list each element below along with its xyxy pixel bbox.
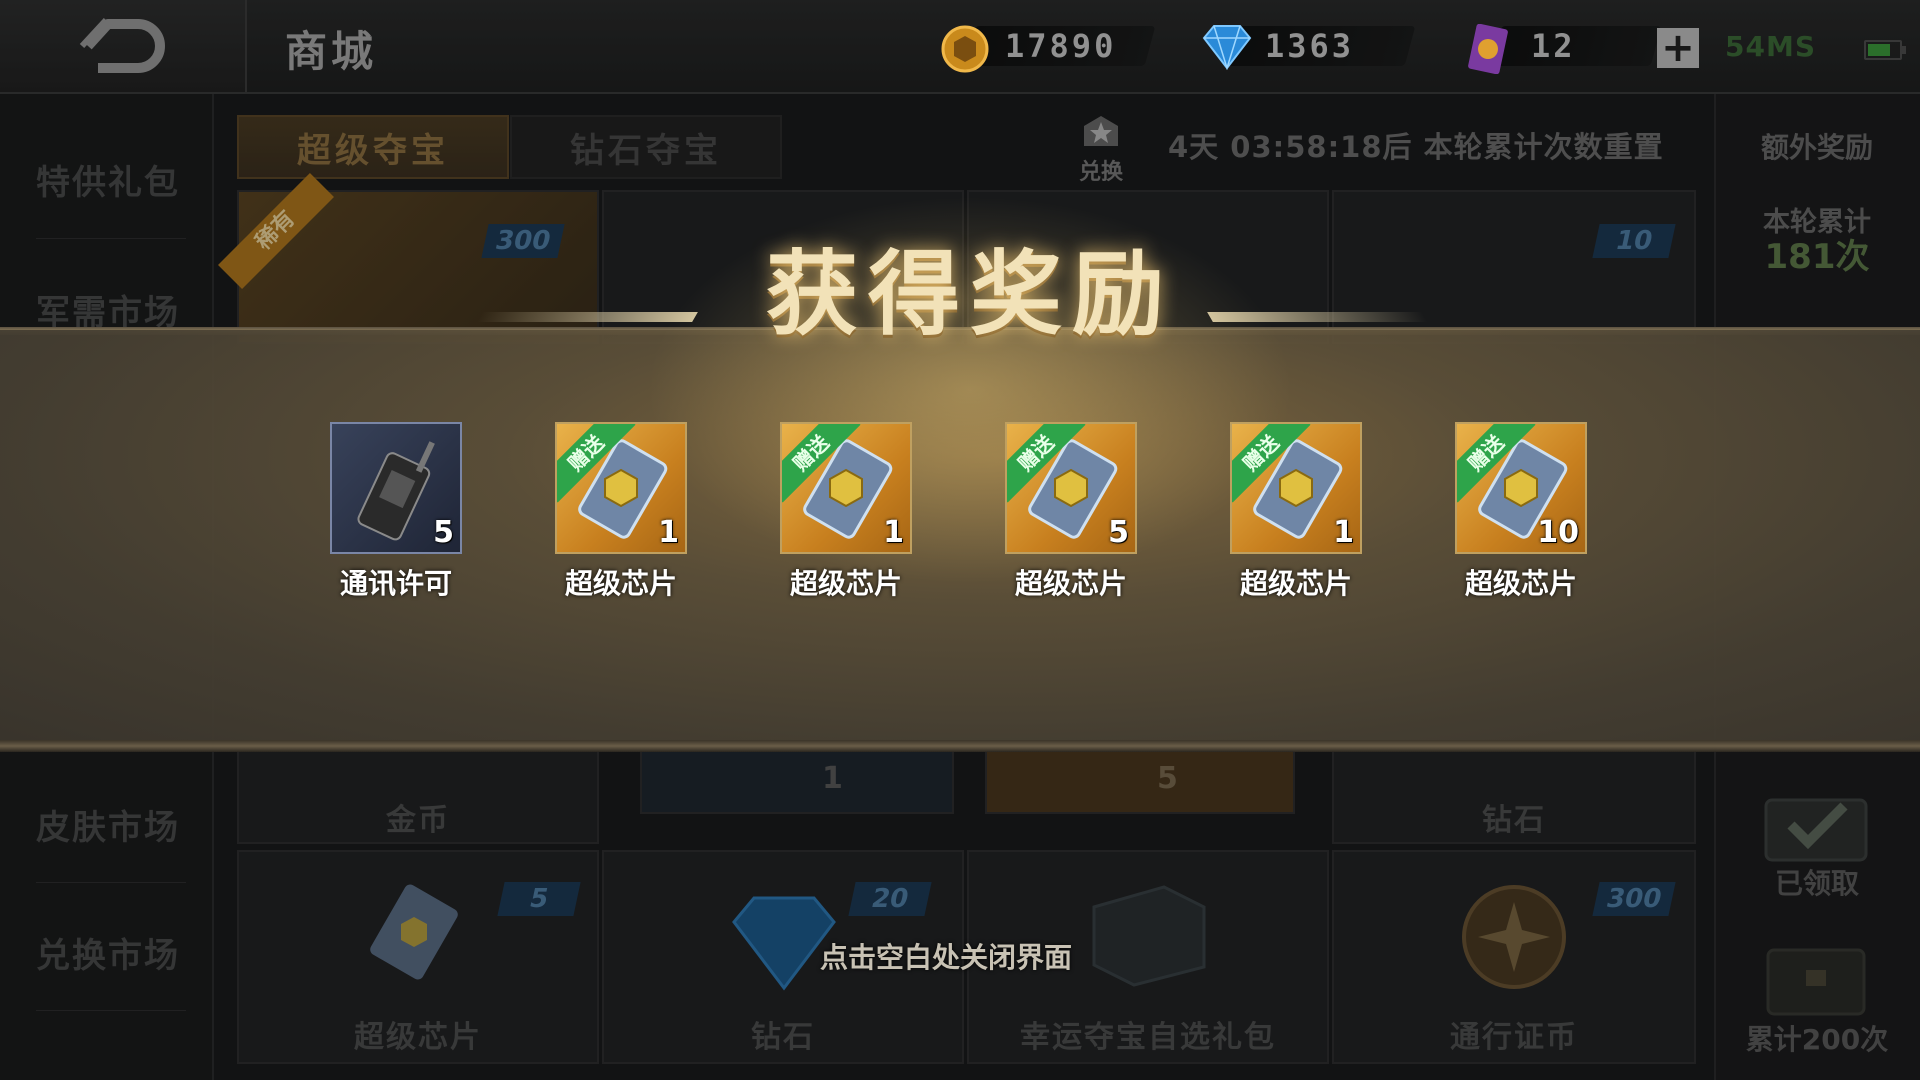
reward-icon-frame: 赠送 1 bbox=[780, 422, 912, 554]
reward-title: 获得奖励 bbox=[765, 241, 1174, 348]
reward-name: 超级芯片 bbox=[564, 567, 677, 600]
reward-count: 5 bbox=[433, 515, 454, 550]
reward-count: 5 bbox=[1108, 515, 1129, 550]
reward-item[interactable]: 5 通讯许可 bbox=[330, 422, 462, 602]
title-decor-right bbox=[1207, 312, 1428, 322]
reward-name: 超级芯片 bbox=[1239, 567, 1352, 600]
reward-item[interactable]: 赠送 1 超级芯片 bbox=[555, 422, 687, 602]
reward-name: 超级芯片 bbox=[1464, 567, 1577, 600]
reward-icon-frame: 赠送 10 bbox=[1455, 422, 1587, 554]
reward-item[interactable]: 赠送 1 超级芯片 bbox=[1230, 422, 1362, 602]
reward-item[interactable]: 赠送 5 超级芯片 bbox=[1005, 422, 1137, 602]
reward-icon-frame: 赠送 1 bbox=[555, 422, 687, 554]
ticket-icon bbox=[1468, 24, 1508, 74]
title-decor-left bbox=[477, 312, 698, 322]
reward-item[interactable]: 赠送 1 超级芯片 bbox=[780, 422, 912, 602]
reward-item[interactable]: 赠送 10 超级芯片 bbox=[1455, 422, 1587, 602]
reward-name: 通讯许可 bbox=[339, 567, 452, 600]
reward-icon-frame: 赠送 5 bbox=[1005, 422, 1137, 554]
reward-count: 1 bbox=[658, 515, 679, 550]
band-bottom-edge bbox=[0, 740, 1920, 752]
reward-name: 超级芯片 bbox=[789, 567, 902, 600]
reward-count: 1 bbox=[1333, 515, 1354, 550]
reward-count: 1 bbox=[883, 515, 904, 550]
reward-name: 超级芯片 bbox=[1014, 567, 1127, 600]
reward-count: 10 bbox=[1537, 515, 1579, 550]
reward-icon-frame: 赠送 1 bbox=[1230, 422, 1362, 554]
diamond-icon bbox=[1202, 25, 1252, 70]
gold-coin-icon bbox=[941, 25, 989, 73]
reward-icon-frame: 5 bbox=[330, 422, 462, 554]
close-hint: 点击空白处关闭界面 bbox=[820, 941, 1073, 974]
